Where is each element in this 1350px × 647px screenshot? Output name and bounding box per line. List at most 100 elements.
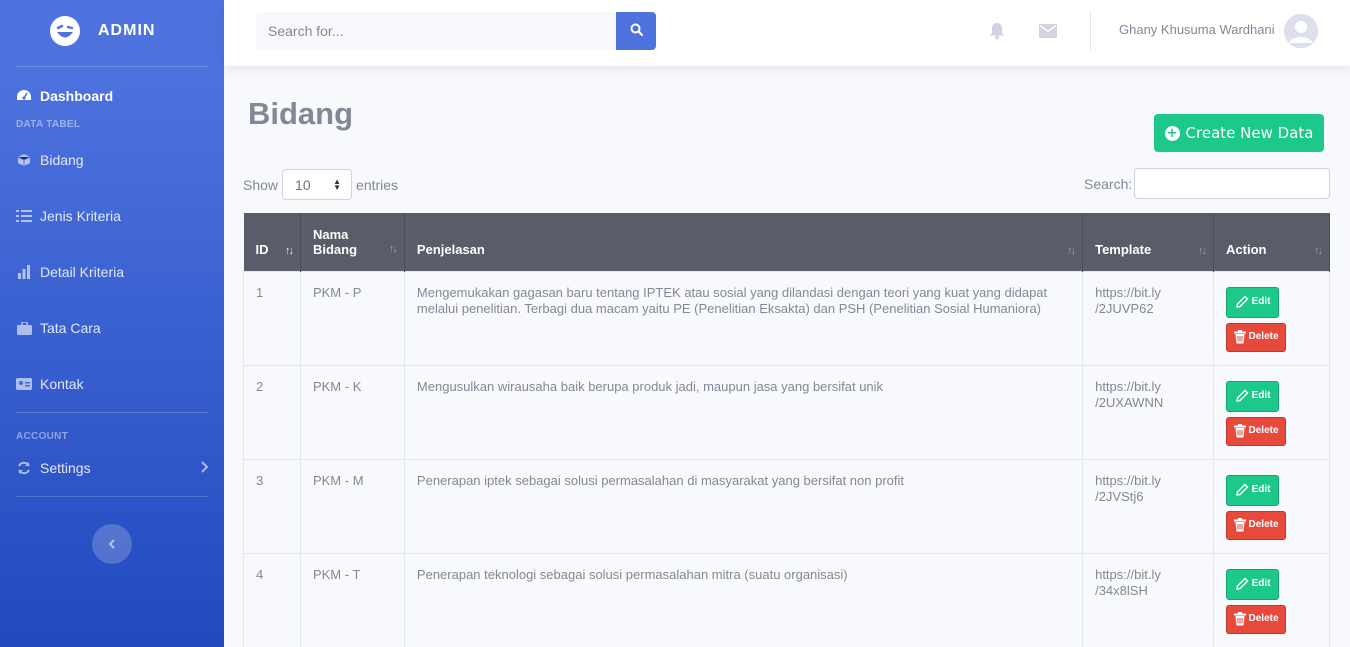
sidebar-item-label: Dashboard xyxy=(40,88,114,104)
topbar-search xyxy=(256,12,656,50)
cell-penjelasan: Penerapan teknologi sebagai solusi perma… xyxy=(403,552,1084,647)
avatar[interactable] xyxy=(1284,14,1318,48)
edit-button[interactable]: Edit xyxy=(1226,568,1280,600)
cell-id: 3 xyxy=(243,458,301,554)
cell-id: 1 xyxy=(243,270,301,366)
create-new-data-button[interactable]: + Create New Data xyxy=(1154,114,1324,152)
briefcase-icon xyxy=(16,320,32,336)
sidebar-item-jenis-kriteria[interactable]: Jenis Kriteria xyxy=(0,188,224,244)
cube-icon xyxy=(16,152,32,168)
header-id[interactable]: ID ↑↓ xyxy=(243,213,301,271)
cell-id: 2 xyxy=(243,364,301,460)
data-table: ID ↑↓ Nama Bidang ↑↓ Penjelasan ↑↓ Template… xyxy=(243,213,1330,647)
pencil-icon xyxy=(1235,295,1249,308)
sidebar-divider xyxy=(16,496,208,497)
sidebar-item-label: Tata Cara xyxy=(40,320,101,336)
edit-button[interactable]: Edit xyxy=(1226,380,1280,412)
delete-button[interactable]: Delete xyxy=(1226,322,1287,352)
cell-action: Edit Delete xyxy=(1213,552,1330,647)
show-label: Show xyxy=(243,176,279,193)
sidebar-divider xyxy=(16,412,208,413)
table-header-row: ID ↑↓ Nama Bidang ↑↓ Penjelasan ↑↓ Template… xyxy=(243,213,1330,271)
list-check-icon xyxy=(16,208,32,224)
cell-template[interactable]: https://bit.ly/2UXAWNN xyxy=(1082,364,1215,460)
sidebar-brand[interactable]: ADMIN xyxy=(0,0,224,62)
sidebar-toggle-button[interactable] xyxy=(92,524,132,564)
pencil-icon xyxy=(1235,577,1249,590)
search-button[interactable] xyxy=(616,12,656,50)
table-row: 1 PKM - P Mengemukakan gagasan baru tent… xyxy=(243,270,1330,366)
tachometer-icon xyxy=(16,88,32,104)
messages-button[interactable] xyxy=(1038,22,1058,42)
bell-icon xyxy=(989,22,1005,43)
sidebar-item-detail-kriteria[interactable]: Detail Kriteria xyxy=(0,244,224,300)
alerts-button[interactable] xyxy=(987,22,1007,42)
search-input[interactable] xyxy=(256,12,616,50)
entries-select[interactable]: 10 ▲ ▼ xyxy=(282,169,353,200)
cell-penjelasan: Penerapan iptek sebagai solusi permasala… xyxy=(403,458,1084,554)
cell-nama: PKM - P xyxy=(299,270,405,366)
create-button-label: Create New Data xyxy=(1185,124,1314,142)
brand-text: ADMIN xyxy=(98,22,156,39)
cell-template[interactable]: https://bit.ly/2JUVP62 xyxy=(1082,270,1215,366)
sidebar: ADMIN Dashboard DATA TABEL Bidang Jenis … xyxy=(0,0,224,647)
cell-penjelasan: Mengemukakan gagasan baru tentang IPTEK … xyxy=(403,270,1084,366)
laugh-wink-icon xyxy=(48,14,82,48)
user-name[interactable]: Ghany Khusuma Wardhani xyxy=(1119,22,1275,37)
delete-button[interactable]: Delete xyxy=(1226,510,1287,540)
cell-action: Edit Delete xyxy=(1213,270,1330,366)
cell-nama: PKM - K xyxy=(299,364,405,460)
sidebar-item-kontak[interactable]: Kontak xyxy=(0,356,224,412)
search-icon xyxy=(630,23,643,39)
sort-icon: ↑↓ xyxy=(388,242,398,255)
sort-asc-icon: ↑↓ xyxy=(284,244,294,257)
sidebar-item-label: Bidang xyxy=(40,152,84,168)
plus-circle-icon: + xyxy=(1164,125,1180,141)
trash-icon xyxy=(1233,612,1246,626)
table-search-input[interactable] xyxy=(1134,168,1330,199)
edit-button[interactable]: Edit xyxy=(1226,474,1280,506)
sort-icon: ↑↓ xyxy=(1067,244,1076,257)
table-row: 2 PKM - K Mengusulkan wirausaha baik ber… xyxy=(243,364,1330,460)
sidebar-item-dashboard[interactable]: Dashboard xyxy=(0,67,224,125)
select-caret-icon: ▲ ▼ xyxy=(333,177,342,192)
cell-action: Edit Delete xyxy=(1213,458,1330,554)
cell-template[interactable]: https://bit.ly/2JVStj6 xyxy=(1082,458,1215,554)
cell-id: 4 xyxy=(243,552,301,647)
cell-nama: PKM - T xyxy=(299,552,405,647)
sync-icon xyxy=(16,460,32,476)
sidebar-item-settings[interactable]: Settings xyxy=(0,444,224,492)
edit-button[interactable]: Edit xyxy=(1226,286,1280,318)
chevron-right-icon xyxy=(200,460,209,476)
sidebar-item-bidang[interactable]: Bidang xyxy=(0,132,224,188)
entries-label: entries xyxy=(356,176,399,193)
trash-icon xyxy=(1233,518,1246,532)
header-action[interactable]: Action ↑↓ xyxy=(1213,213,1330,271)
header-penjelasan[interactable]: Penjelasan ↑↓ xyxy=(404,213,1084,271)
delete-button[interactable]: Delete xyxy=(1226,604,1287,634)
cell-template[interactable]: https://bit.ly/34x8lSH xyxy=(1082,552,1215,647)
chevron-left-icon xyxy=(108,536,116,552)
table-row: 3 PKM - M Penerapan iptek sebagai solusi… xyxy=(243,458,1330,554)
trash-icon xyxy=(1233,330,1246,344)
cell-nama: PKM - M xyxy=(299,458,405,554)
sort-icon: ↑↓ xyxy=(1198,244,1207,257)
sidebar-item-label: Kontak xyxy=(40,376,84,392)
sidebar-item-label: Settings xyxy=(40,460,91,476)
delete-button[interactable]: Delete xyxy=(1226,416,1287,446)
topbar-divider xyxy=(1090,12,1091,50)
header-nama-bidang[interactable]: Nama Bidang ↑↓ xyxy=(300,213,405,271)
pencil-icon xyxy=(1235,483,1249,496)
chart-icon xyxy=(16,264,32,280)
envelope-icon xyxy=(1039,23,1057,41)
sidebar-item-label: Detail Kriteria xyxy=(40,264,125,280)
entries-value: 10 xyxy=(295,176,311,193)
trash-icon xyxy=(1233,424,1246,438)
sort-icon: ↑↓ xyxy=(1314,244,1323,257)
header-template[interactable]: Template ↑↓ xyxy=(1082,213,1215,271)
sidebar-item-label: Jenis Kriteria xyxy=(40,208,121,224)
table-search-label: Search: xyxy=(1084,176,1133,192)
pencil-icon xyxy=(1235,389,1249,402)
sidebar-item-tata-cara[interactable]: Tata Cara xyxy=(0,300,224,356)
cell-penjelasan: Mengusulkan wirausaha baik berupa produk… xyxy=(403,364,1084,460)
